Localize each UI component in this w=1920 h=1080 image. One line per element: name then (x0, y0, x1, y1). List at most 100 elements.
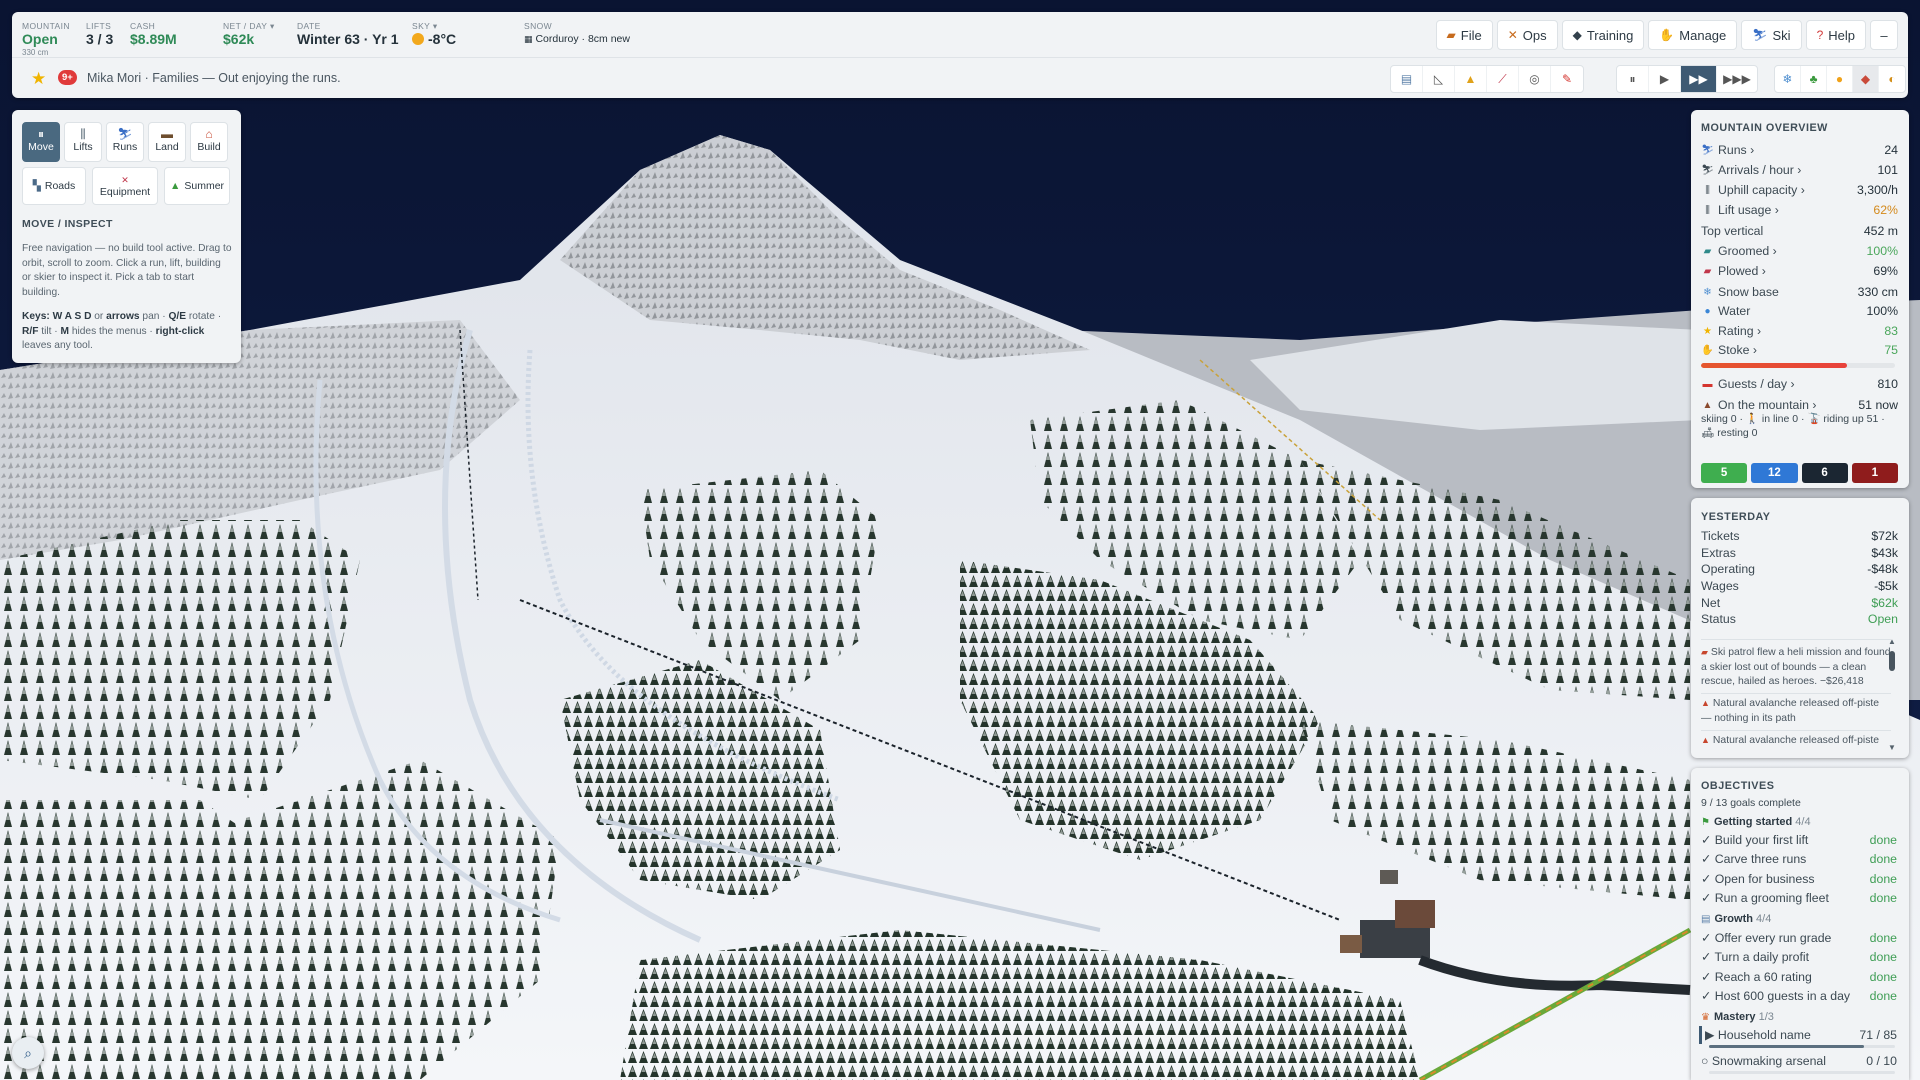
panel-description: Free navigation — no build tool active. … (22, 243, 232, 298)
scroll-up-icon: ▲ (1888, 637, 1896, 646)
yesterday-tickets: Tickets $72k (1701, 529, 1898, 543)
objective-section-getting-started[interactable]: ⚑ Getting started 4/4 (1701, 816, 1811, 828)
snowflake-icon[interactable]: ❄ (1775, 66, 1801, 92)
avalanche-icon: ▲ (1701, 698, 1710, 709)
objective-section-growth[interactable]: ▤ Growth 4/4 (1701, 913, 1771, 925)
mountain-scene[interactable] (0, 0, 1920, 1080)
plow-icon: ▰ (1703, 265, 1712, 277)
overview-groomed[interactable]: ▰ Groomed › 100% (1701, 242, 1898, 260)
overview-uphill-capacity[interactable]: ⫼ Uphill capacity › 3,300/h (1701, 181, 1898, 199)
objective-section-mastery[interactable]: ♛ Mastery 1/3 (1701, 1011, 1774, 1023)
helicopter-icon: ▰ (1701, 647, 1708, 657)
log-entry: ▲Natural avalanche released off-piste — … (1701, 731, 1891, 745)
arrivals-icon: ⛷ (1701, 164, 1714, 176)
menu-manage-button[interactable]: ✋ Manage (1648, 20, 1738, 50)
search-button[interactable]: ⌕ (12, 1037, 44, 1069)
overview-water: ● Water 100% (1701, 302, 1898, 320)
menu-ops-button[interactable]: ✕ Ops (1496, 20, 1558, 50)
overview-rating[interactable]: ★ Rating › 83 (1701, 322, 1898, 340)
ticker-row: ★ 9+ Mika Mori · Families — Out enjoying… (12, 59, 1908, 98)
overview-lift-usage[interactable]: ⫼ Lift usage › 62% (1701, 201, 1898, 219)
scroll-thumb (1889, 651, 1895, 671)
yesterday-net: Net $62k (1701, 596, 1898, 610)
search-icon: ⌕ (24, 1044, 32, 1061)
menu-ski-button[interactable]: ⛷ Ski (1741, 20, 1802, 50)
tab-equipment[interactable]: ✕ Equipment (92, 167, 158, 205)
sun-icon (412, 33, 424, 45)
run-grade-counts (1701, 372, 1898, 392)
tab-roads[interactable]: ▚ Roads (22, 167, 86, 205)
alert-count-badge[interactable]: 9+ (58, 70, 77, 85)
equipment-icon: ✕ (121, 174, 129, 185)
overview-title: MOUNTAIN OVERVIEW (1701, 122, 1828, 134)
objective-progress-bar (1709, 1071, 1895, 1074)
groomer-icon: ▰ (1703, 245, 1712, 257)
target-icon[interactable]: ◎ (1519, 66, 1551, 92)
tab-lifts[interactable]: ⫼ Lifts (64, 122, 102, 162)
tab-summer[interactable]: ▲ Summer (164, 167, 230, 205)
overview-arrivals[interactable]: ⛷ Arrivals / hour › 101 (1701, 161, 1898, 179)
objectives-summary: 9 / 13 goals complete (1701, 797, 1801, 809)
overview-runs[interactable]: ⛷ Runs › 24 (1701, 141, 1898, 159)
blue-runs-badge[interactable]: 12 (1751, 463, 1798, 483)
objective-item: ✓ Build your first lift done (1701, 833, 1897, 847)
sky-status[interactable]: SKY ▾ -8°C (412, 21, 456, 48)
keyboard-help: Keys: W A S D or arrows pan · Q/E rotate… (22, 311, 222, 351)
avalanche-icon: ▲ (1701, 734, 1710, 745)
lift-icon: ⫼ (80, 127, 86, 141)
lift-toggle-icon[interactable]: ◆ (1853, 66, 1879, 92)
log-scrollbar[interactable]: ▲ ▼ (1887, 637, 1897, 752)
tab-runs[interactable]: ⛷ Runs (106, 122, 144, 162)
play-button[interactable]: ▶ (1649, 66, 1681, 92)
flag-icon: ⚑ (1701, 817, 1710, 828)
green-runs-badge[interactable]: 5 (1701, 463, 1748, 483)
net-per-day-status[interactable]: NET / DAY ▾ $62k (223, 21, 275, 48)
objective-item-active[interactable]: ▶ Household name 71 / 85 (1699, 1026, 1897, 1044)
tree-icon[interactable]: ♣ (1801, 66, 1827, 92)
overview-snow-base: ❄ Snow base 330 cm (1701, 283, 1898, 301)
minimize-button[interactable]: – (1870, 20, 1898, 50)
fast-forward-button[interactable]: ▶▶ (1681, 66, 1717, 92)
menu-file-button[interactable]: ▰ File (1435, 20, 1493, 50)
date-status: DATE Winter 63 · Yr 1 (297, 21, 399, 47)
overview-plowed[interactable]: ▰ Plowed › 69% (1701, 262, 1898, 280)
mountain-status[interactable]: MOUNTAIN Open 330 cm (22, 21, 70, 57)
black-runs-badge[interactable]: 6 (1801, 463, 1848, 483)
lift-icon: ⫼ (1705, 184, 1710, 196)
cap-icon: ◆ (1572, 28, 1582, 42)
chart-icon: ▤ (1701, 914, 1711, 925)
log-entry: ▲Natural avalanche released off-piste — … (1701, 694, 1891, 731)
guest-ticker[interactable]: Mika Mori · Families — Out enjoying the … (87, 71, 341, 85)
warning-icon[interactable]: ▲ (1455, 66, 1487, 92)
overview-stoke[interactable]: ✋ Stoke › 75 (1701, 341, 1898, 359)
menu-help-button[interactable]: ? Help (1805, 20, 1866, 50)
yesterday-title: YESTERDAY (1701, 511, 1771, 523)
lifts-status[interactable]: LIFTS 3 / 3 (86, 21, 113, 48)
snow-status: SNOW ▦ Corduroy · 8cm new (524, 21, 630, 45)
star-icon[interactable]: ★ (31, 69, 46, 89)
water-icon: ● (1704, 305, 1711, 317)
pause-button[interactable]: ⏸ (1617, 66, 1649, 92)
star-icon: ★ (1703, 325, 1712, 337)
slope-icon[interactable]: ◺ (1423, 66, 1455, 92)
sun-toggle-icon[interactable]: ● (1827, 66, 1853, 92)
tab-build[interactable]: ⌂ Build (190, 122, 228, 162)
tab-move[interactable]: ⏸ Move (22, 122, 60, 162)
fastest-button[interactable]: ▶▶▶ (1717, 66, 1757, 92)
tab-land[interactable]: ▬ Land (148, 122, 186, 162)
chart-icon[interactable]: ▤ (1391, 66, 1423, 92)
house-icon: ⌂ (205, 127, 213, 141)
contrast-icon[interactable]: ◐ (1879, 66, 1905, 92)
objective-item: ✓ Host 600 guests in a day done (1701, 989, 1897, 1003)
menu-training-button[interactable]: ◆ Training (1561, 20, 1645, 50)
cash-status[interactable]: CASH $8.89M (130, 21, 177, 48)
move-icon: ⏸ (37, 127, 44, 141)
double-black-runs-badge[interactable]: 1 (1851, 463, 1898, 483)
lift-icon: ⫼ (1705, 204, 1710, 216)
ski-tool-icon[interactable]: ⟋ (1487, 66, 1519, 92)
stoke-progress-fill (1701, 363, 1847, 368)
event-log[interactable]: ▰ Ski patrol flew a heli mission and foun… (1701, 639, 1891, 745)
objective-item: ✓ Carve three runs done (1701, 852, 1897, 866)
objective-item: ✓ Open for business done (1701, 872, 1897, 886)
flare-icon[interactable]: ✎ (1551, 66, 1583, 92)
